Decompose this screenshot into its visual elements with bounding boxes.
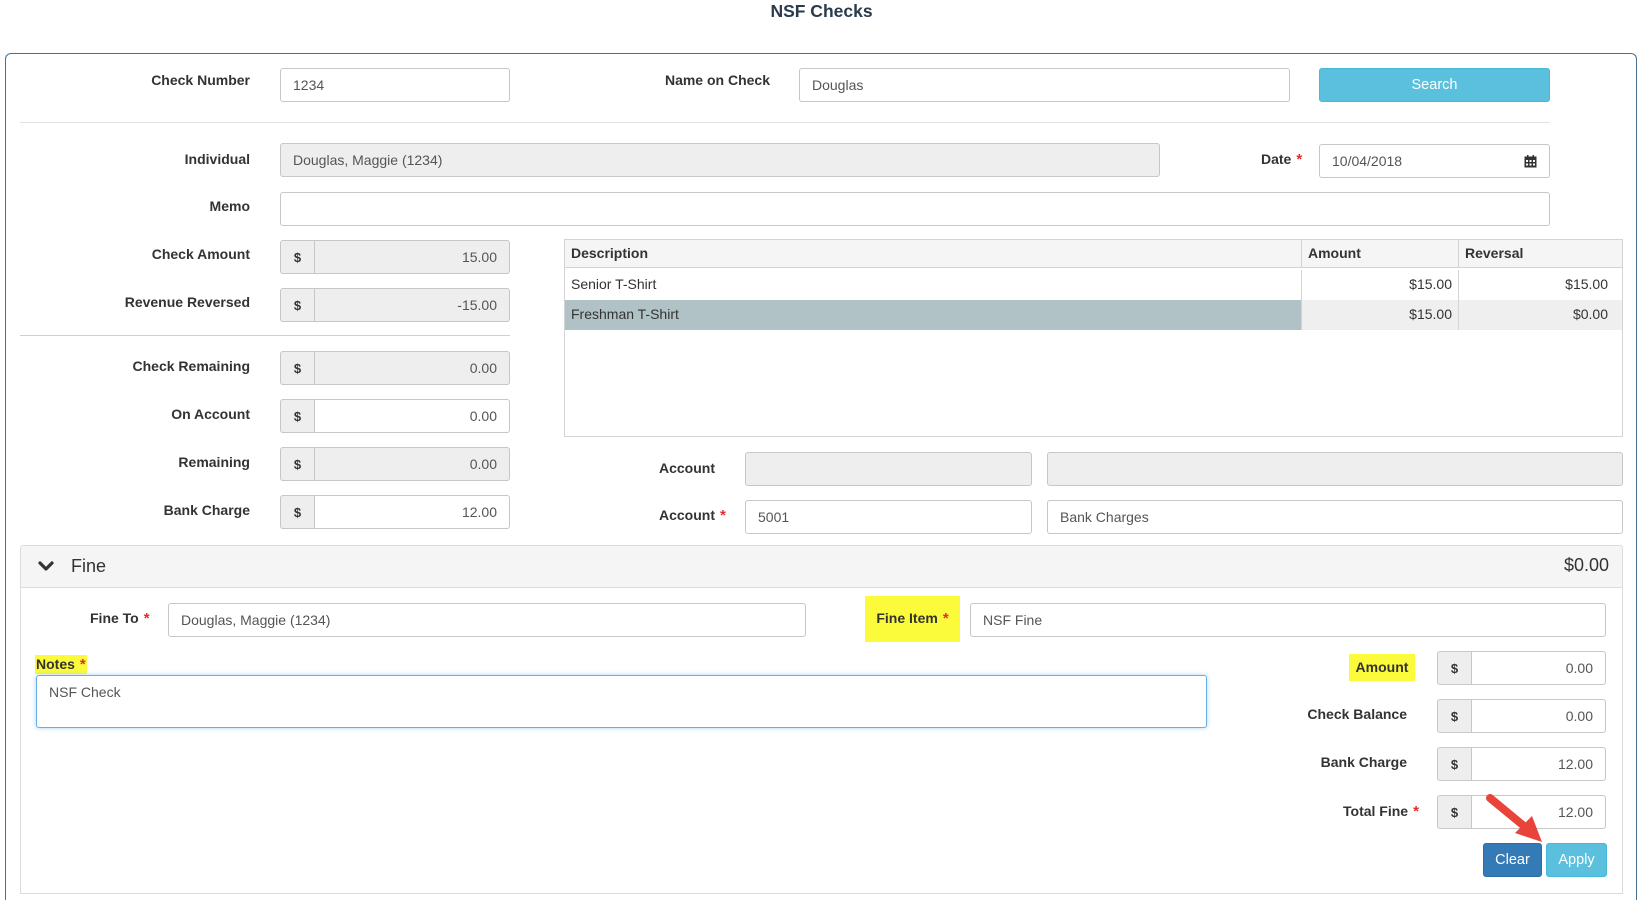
notes-label: Notes * (35, 655, 87, 674)
row-reversal: $0.00 (1459, 300, 1622, 330)
required-marker: * (720, 507, 726, 524)
revenue-reversed-label: Revenue Reversed (124, 294, 250, 310)
row-description: Freshman T-Shirt (565, 300, 1302, 330)
required-marker: * (143, 610, 150, 627)
fine-amount-input[interactable]: 0.00 (1471, 651, 1606, 685)
required-marker: * (1413, 803, 1419, 820)
name-on-check-input[interactable]: Douglas (799, 68, 1290, 102)
fine-bank-charge-input[interactable]: 12.00 (1471, 747, 1606, 781)
check-remaining-label: Check Remaining (132, 358, 250, 374)
remaining-value: 0.00 (314, 447, 510, 481)
bank-charge-input[interactable]: 12.00 (314, 495, 510, 529)
currency-addon: $ (280, 495, 314, 529)
notes-textarea[interactable] (36, 675, 1207, 728)
required-marker: * (942, 610, 949, 627)
fine-amount-field[interactable]: $ 0.00 (1437, 651, 1606, 685)
date-input[interactable]: 10/04/2018 (1319, 144, 1513, 178)
revenue-reversed-field: $ -15.00 (280, 288, 510, 322)
memo-input[interactable] (280, 192, 1550, 226)
apply-button[interactable]: Apply (1546, 843, 1607, 877)
date-label: Date * (1261, 151, 1303, 168)
column-header-description[interactable]: Description (565, 240, 1302, 268)
currency-addon: $ (1437, 651, 1471, 685)
fine-item-label: Fine Item * (865, 596, 960, 642)
on-account-input[interactable]: 0.00 (314, 399, 510, 433)
currency-addon: $ (280, 447, 314, 481)
table-row[interactable]: Senior T-Shirt $15.00 $15.00 (565, 270, 1622, 300)
currency-addon: $ (280, 240, 314, 274)
check-remaining-value: 0.00 (314, 351, 510, 385)
row-description: Senior T-Shirt (565, 270, 1302, 300)
account-label: Account (659, 460, 715, 476)
account-label-required: Account * (659, 507, 726, 524)
row-amount: $15.00 (1302, 270, 1459, 300)
fine-bank-charge-field[interactable]: $ 12.00 (1437, 747, 1606, 781)
bank-charge-field[interactable]: $ 12.00 (280, 495, 510, 529)
required-marker: * (79, 656, 86, 673)
check-remaining-field: $ 0.00 (280, 351, 510, 385)
check-amount-field: $ 15.00 (280, 240, 510, 274)
check-number-label: Check Number (151, 72, 250, 88)
total-fine-label: Total Fine * (1343, 803, 1419, 820)
column-header-reversal[interactable]: Reversal (1459, 240, 1622, 268)
arrow-icon (1486, 794, 1542, 842)
divider (20, 122, 1550, 123)
calendar-icon (1524, 154, 1537, 167)
items-table: Description Amount Reversal Senior T-Shi… (564, 239, 1623, 437)
currency-addon: $ (1437, 795, 1471, 829)
currency-addon: $ (1437, 747, 1471, 781)
individual-field: Douglas, Maggie (1234) (280, 143, 1160, 177)
chevron-down-icon[interactable] (38, 561, 54, 572)
check-balance-input[interactable]: 0.00 (1471, 699, 1606, 733)
check-balance-field[interactable]: $ 0.00 (1437, 699, 1606, 733)
account-number-field (745, 452, 1032, 486)
divider (20, 335, 510, 336)
currency-addon: $ (280, 288, 314, 322)
table-header: Description Amount Reversal (565, 240, 1622, 270)
required-marker: * (1296, 151, 1303, 168)
page-title: NSF Checks (770, 1, 873, 21)
check-amount-label: Check Amount (151, 246, 250, 262)
on-account-field[interactable]: $ 0.00 (280, 399, 510, 433)
individual-label: Individual (184, 151, 250, 167)
bank-charge-label: Bank Charge (163, 502, 250, 518)
on-account-label: On Account (171, 406, 250, 422)
remaining-label: Remaining (178, 454, 250, 470)
fine-section-title: Fine (71, 556, 107, 576)
fine-section-total: $0.00 (1563, 555, 1609, 575)
currency-addon: $ (280, 351, 314, 385)
date-picker-button[interactable] (1512, 144, 1550, 178)
fine-section-header[interactable]: Fine $0.00 (20, 545, 1623, 588)
memo-label: Memo (209, 198, 250, 214)
check-amount-value: 15.00 (314, 240, 510, 274)
remaining-field: $ 0.00 (280, 447, 510, 481)
fine-bank-charge-label: Bank Charge (1320, 754, 1407, 770)
search-button[interactable]: Search (1319, 68, 1550, 102)
currency-addon: $ (280, 399, 314, 433)
table-row-selected[interactable]: Freshman T-Shirt $15.00 $0.00 (565, 300, 1622, 330)
name-on-check-label: Name on Check (664, 72, 770, 88)
revenue-reversed-value: -15.00 (314, 288, 510, 322)
row-reversal: $15.00 (1565, 276, 1608, 292)
check-number-input[interactable]: 1234 (280, 68, 510, 102)
row-amount: $15.00 (1302, 300, 1459, 330)
account-name-input[interactable]: Bank Charges (1047, 500, 1623, 534)
currency-addon: $ (1437, 699, 1471, 733)
check-balance-label: Check Balance (1307, 706, 1407, 722)
fine-item-input[interactable]: NSF Fine (970, 603, 1606, 637)
amount-label: Amount (1349, 654, 1415, 681)
account-number-input[interactable]: 5001 (745, 500, 1032, 534)
clear-button[interactable]: Clear (1483, 843, 1542, 877)
fine-to-input[interactable]: Douglas, Maggie (1234) (168, 603, 806, 637)
fine-to-label: Fine To * (90, 610, 150, 627)
account-name-field (1047, 452, 1623, 486)
column-header-amount[interactable]: Amount (1302, 240, 1459, 268)
